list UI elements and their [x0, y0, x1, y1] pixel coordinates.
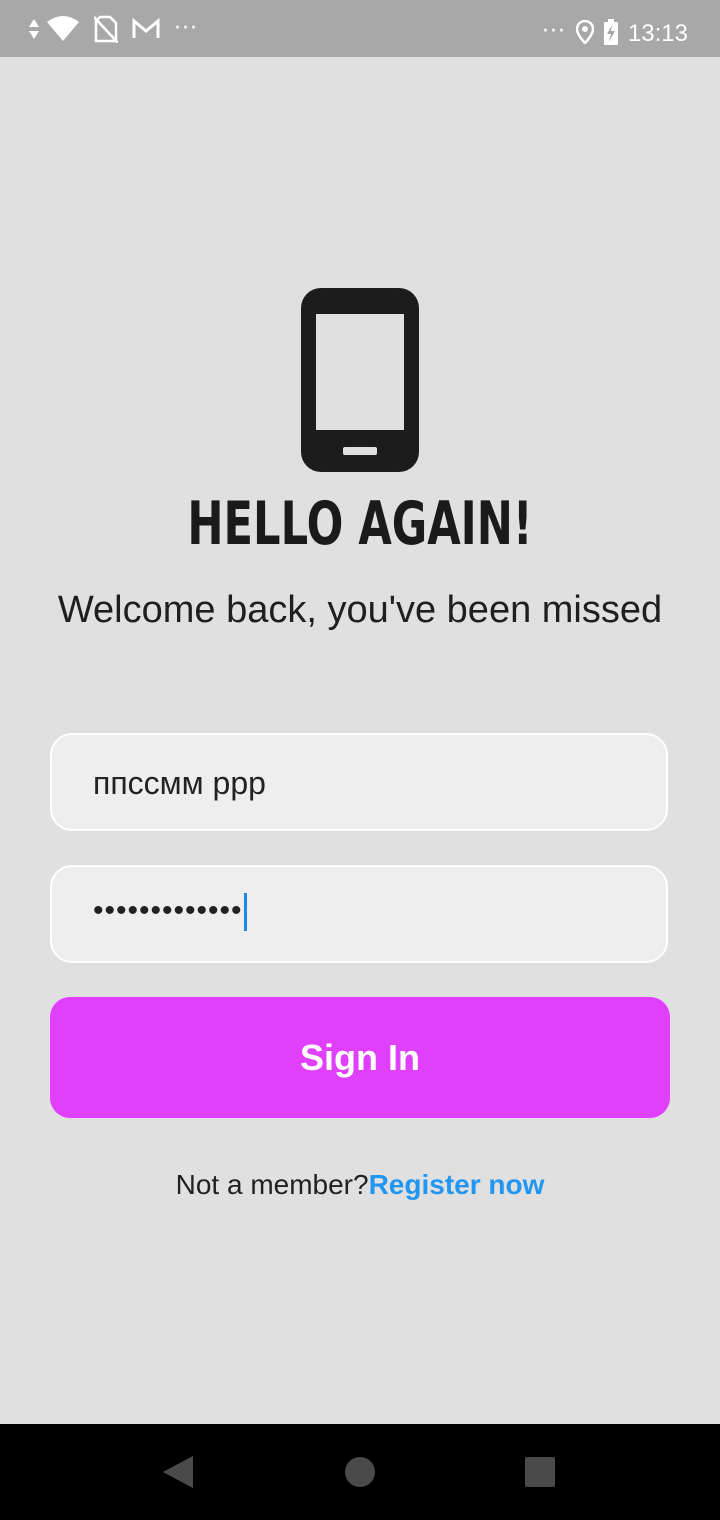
member-prompt: Not a member? [175, 1169, 369, 1200]
battery-charging-icon [603, 19, 618, 45]
data-arrows-icon [29, 19, 39, 39]
back-icon [163, 1456, 193, 1488]
no-sim-icon [94, 15, 118, 43]
status-bar-right: ··· 13:13 [542, 12, 688, 52]
register-now-link[interactable]: Register now [369, 1169, 545, 1200]
page-title: HELLO AGAIN! [187, 489, 533, 559]
more-notifications-icon: ··· [174, 16, 198, 41]
welcome-subtitle: Welcome back, you've been missed [57, 589, 663, 631]
gmail-icon [132, 18, 160, 38]
text-cursor [243, 893, 247, 932]
sign-in-button[interactable]: Sign In [50, 997, 670, 1118]
recents-button[interactable] [516, 1448, 564, 1496]
more-status-icon: ··· [541, 19, 566, 44]
home-icon [345, 1457, 375, 1487]
back-button[interactable] [154, 1448, 202, 1496]
password-field[interactable]: ••••••••••••• [50, 865, 668, 963]
recents-icon [525, 1457, 555, 1487]
password-value-wrap: ••••••••••••• [93, 891, 247, 932]
status-bar-left: ··· [28, 12, 198, 46]
wifi-icon [47, 16, 79, 41]
username-field[interactable]: ппссмм ррр [50, 733, 668, 831]
register-row: Not a member?Register now [0, 1166, 720, 1204]
password-value: ••••••••••••• [93, 894, 243, 927]
smartphone-icon [301, 288, 419, 472]
status-time: 13:13 [627, 20, 688, 47]
location-icon [575, 20, 594, 44]
status-bar: ··· ··· 13:13 [0, 0, 720, 57]
navigation-bar [0, 1424, 720, 1520]
home-button[interactable] [336, 1448, 384, 1496]
username-value: ппссмм ррр [93, 765, 266, 801]
